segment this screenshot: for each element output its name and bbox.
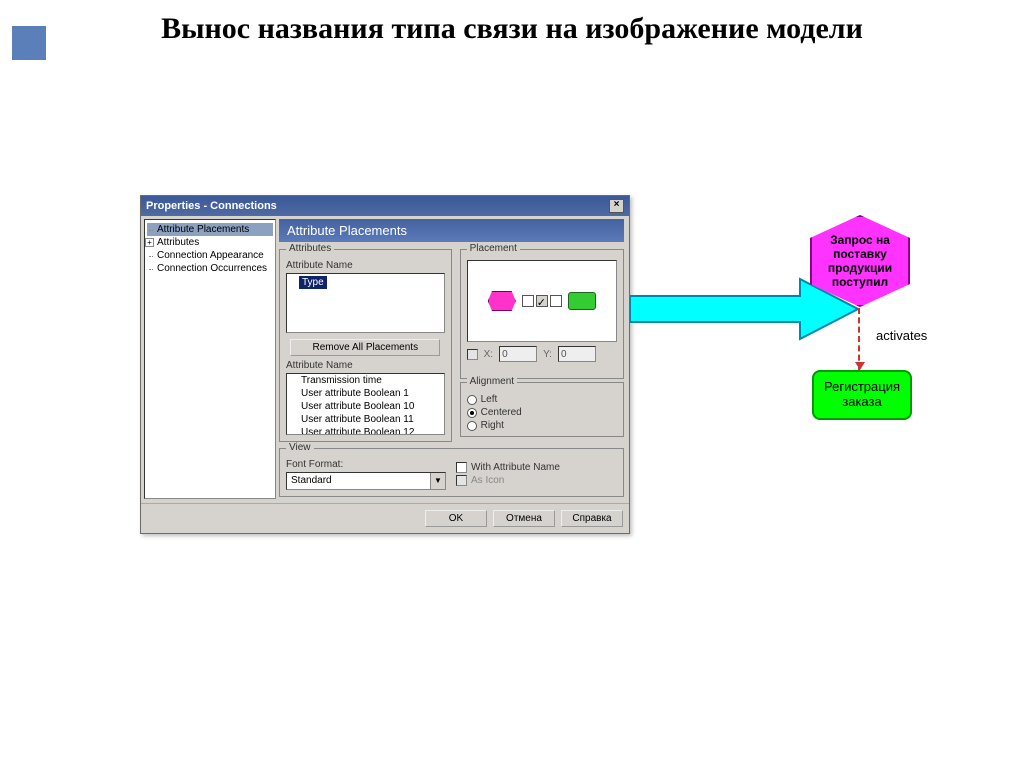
green-shape-icon <box>568 292 596 310</box>
y-input[interactable] <box>558 346 596 362</box>
dialog-title: Properties - Connections <box>146 200 277 212</box>
attr-item[interactable]: User attribute Boolean 1 <box>287 387 444 400</box>
attr-item[interactable]: User attribute Boolean 11 <box>287 413 444 426</box>
chevron-down-icon[interactable]: ▼ <box>430 473 445 489</box>
ok-button[interactable]: OK <box>425 510 487 527</box>
close-icon[interactable]: × <box>609 199 624 213</box>
attr-name-label-2: Attribute Name <box>286 360 445 371</box>
remove-all-button[interactable]: Remove All Placements <box>290 339 440 356</box>
tree-item-connection-appearance[interactable]: Connection Appearance <box>147 249 273 262</box>
align-right-radio[interactable]: Right <box>467 419 617 432</box>
font-format-value: Standard <box>287 473 430 489</box>
placement-group-title: Placement <box>467 243 520 254</box>
placement-group: Placement ✓ X: <box>460 249 624 379</box>
hex-shape-icon <box>488 291 516 311</box>
y-label: Y: <box>543 349 552 360</box>
with-attr-name-checkbox[interactable]: With Attribute Name <box>456 461 560 474</box>
event-node: Запрос на поставку продукции поступил <box>810 215 910 307</box>
slide-title: Вынос названия типа связи на изображение… <box>0 10 1024 48</box>
selected-attr-item[interactable]: Type <box>299 276 327 289</box>
placement-slot[interactable] <box>550 295 562 307</box>
placement-slot-checked[interactable]: ✓ <box>536 295 548 307</box>
event-hex-shape: Запрос на поставку продукции поступил <box>810 215 910 307</box>
as-icon-checkbox: As Icon <box>456 474 560 487</box>
dashed-connector <box>858 308 860 370</box>
arrowhead-icon <box>855 362 865 370</box>
section-header: Attribute Placements <box>279 219 624 242</box>
alignment-group-title: Alignment <box>467 376 517 387</box>
x-input[interactable] <box>499 346 537 362</box>
font-format-combo[interactable]: Standard ▼ <box>286 472 446 490</box>
alignment-group: Alignment Left Centered Right <box>460 382 624 437</box>
attr-name-label-1: Attribute Name <box>286 260 445 271</box>
dialog-titlebar[interactable]: Properties - Connections × <box>141 196 629 216</box>
placement-slot[interactable] <box>522 295 534 307</box>
font-format-label: Font Format: <box>286 459 446 470</box>
align-left-radio[interactable]: Left <box>467 393 617 406</box>
event-label: Запрос на поставку продукции поступил <box>816 233 904 289</box>
attr-list[interactable]: Transmission time User attribute Boolean… <box>286 373 445 435</box>
attributes-group-title: Attributes <box>286 243 334 254</box>
function-node: Регистрация заказа <box>812 370 912 420</box>
attr-item[interactable]: User attribute Boolean 12 <box>287 426 444 435</box>
attr-item[interactable]: User attribute Boolean 10 <box>287 400 444 413</box>
attr-item[interactable]: Transmission time <box>287 374 444 387</box>
xy-lock-checkbox <box>467 349 478 360</box>
nav-tree[interactable]: Attribute Placements Attributes Connecti… <box>144 219 276 499</box>
function-label: Регистрация заказа <box>814 380 910 410</box>
activates-label: activates <box>876 328 927 343</box>
view-group: View Font Format: Standard ▼ With Attrib… <box>279 448 624 497</box>
tree-item-attribute-placements[interactable]: Attribute Placements <box>147 223 273 236</box>
tree-item-attributes[interactable]: Attributes <box>147 236 273 249</box>
view-group-title: View <box>286 442 314 453</box>
selected-attr-listbox[interactable]: Type <box>286 273 445 333</box>
align-centered-radio[interactable]: Centered <box>467 406 617 419</box>
placement-preview[interactable]: ✓ <box>467 260 617 342</box>
tree-item-connection-occurrences[interactable]: Connection Occurrences <box>147 262 273 275</box>
properties-dialog: Properties - Connections × Attribute Pla… <box>140 195 630 534</box>
x-label: X: <box>484 349 493 360</box>
cancel-button[interactable]: Отмена <box>493 510 555 527</box>
attributes-group: Attributes Attribute Name Type Remove Al… <box>279 249 452 442</box>
help-button[interactable]: Справка <box>561 510 623 527</box>
